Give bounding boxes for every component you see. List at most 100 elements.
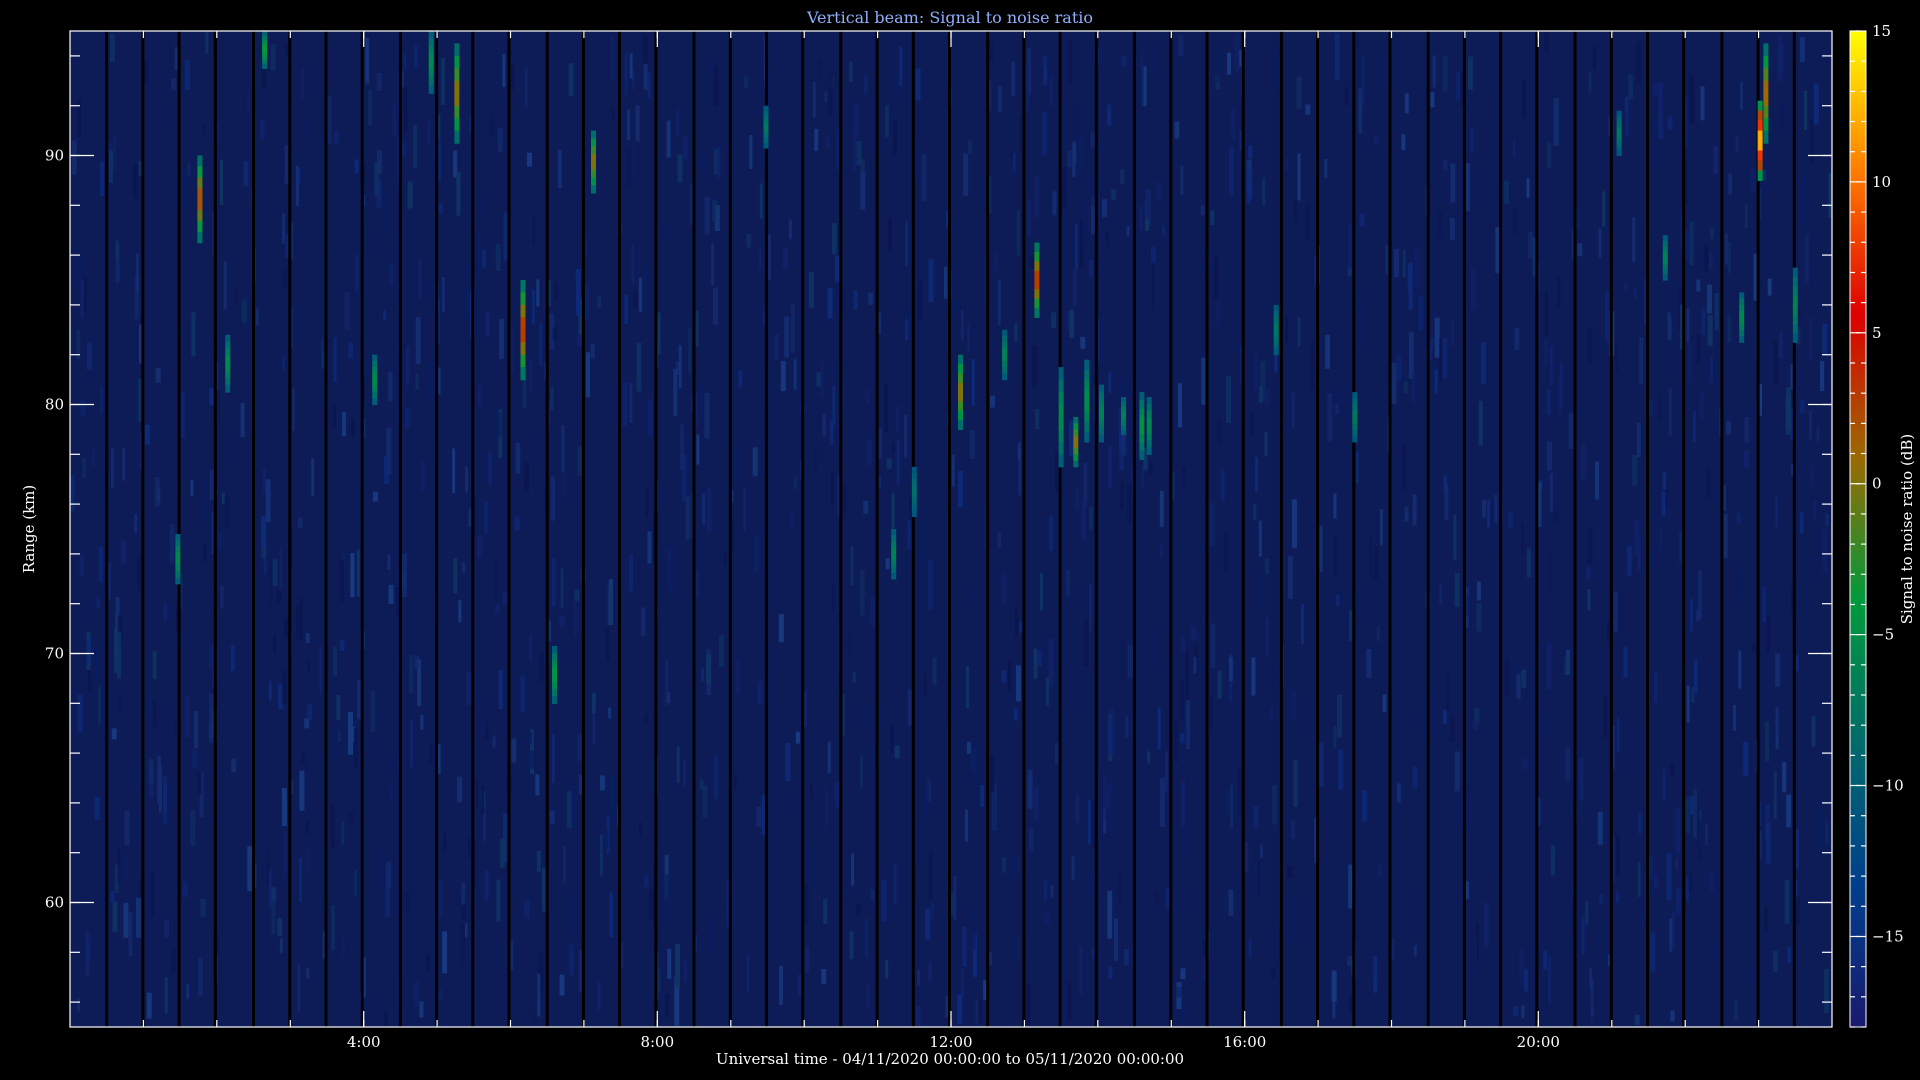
noise-cell <box>117 848 121 885</box>
noise-cell <box>1482 499 1487 518</box>
noise-cell <box>429 743 433 763</box>
noise-cell <box>1083 619 1089 667</box>
echo-cell <box>197 210 203 222</box>
noise-cell <box>696 434 700 465</box>
y-tick-label: 90 <box>45 147 64 165</box>
echo-cell <box>958 392 963 402</box>
noise-cell <box>1753 253 1757 301</box>
noise-cell <box>1049 77 1053 107</box>
noise-cell <box>333 337 337 383</box>
noise-cell <box>1706 469 1712 498</box>
echo-cell <box>1352 392 1358 399</box>
echo-cell <box>1121 429 1126 435</box>
noise-cell <box>1374 53 1380 86</box>
noise-cell <box>1258 520 1262 557</box>
echo-cell <box>1121 401 1126 407</box>
echo <box>1763 43 1769 144</box>
noise-cell <box>1592 46 1597 70</box>
echo-cell <box>262 59 268 65</box>
noise-cell <box>1181 781 1186 827</box>
noise-cell <box>1033 786 1039 820</box>
noise-cell <box>1750 168 1756 192</box>
noise-cell <box>1653 84 1659 96</box>
noise-cell <box>1072 269 1077 307</box>
noise-cell <box>1079 946 1083 994</box>
noise-cell <box>624 52 628 96</box>
noise-cell <box>1775 653 1781 687</box>
noise-cell <box>403 53 407 70</box>
noise-cell <box>1061 167 1067 209</box>
noise-cell <box>605 627 610 662</box>
noise-cell <box>1744 416 1750 443</box>
noise-cell <box>1325 334 1331 369</box>
noise-cell <box>1577 243 1583 257</box>
noise-cell <box>1473 719 1478 731</box>
noise-cell <box>481 786 485 814</box>
noise-cell <box>1487 499 1491 528</box>
noise-cell <box>770 666 775 705</box>
noise-cell <box>1114 918 1118 961</box>
echo-cell <box>225 370 231 379</box>
noise-cell <box>1698 392 1704 421</box>
noise-cell <box>77 99 81 137</box>
noise-cell <box>1180 165 1184 195</box>
echo-cell <box>1058 379 1064 393</box>
echo-cell <box>1662 240 1668 247</box>
noise-cell <box>1160 543 1163 558</box>
noise-cell <box>503 212 508 261</box>
data-gap <box>1241 31 1245 1027</box>
echo-cell <box>591 153 596 163</box>
noise-cell <box>559 615 565 629</box>
noise-cell <box>1456 72 1460 101</box>
noise-cell <box>1705 823 1709 846</box>
echo-cell <box>1084 359 1090 371</box>
data-gap <box>1388 31 1392 1027</box>
noise-cell <box>1676 807 1681 855</box>
noise-cell <box>376 178 382 208</box>
noise-cell <box>878 475 882 489</box>
noise-cell <box>1102 199 1107 218</box>
noise-cell <box>574 589 580 602</box>
noise-cell <box>85 937 91 962</box>
noise-cell <box>1595 461 1600 500</box>
noise-cell <box>339 640 345 651</box>
noise-cell <box>1377 559 1382 585</box>
noise-cell <box>283 266 288 288</box>
noise-cell <box>1634 1014 1640 1025</box>
noise-cell <box>927 560 933 610</box>
echo-cell <box>1739 304 1745 312</box>
noise-cell <box>978 999 982 1023</box>
noise-cell <box>1361 55 1365 105</box>
echo <box>1058 367 1064 468</box>
noise-cell <box>539 322 543 366</box>
noise-cell <box>1007 660 1011 693</box>
noise-cell <box>971 585 975 608</box>
noise-cell <box>385 869 390 918</box>
noise-cell <box>645 989 649 1005</box>
echo-cell <box>428 69 434 79</box>
noise-cell <box>1414 246 1420 289</box>
noise-cell <box>99 162 104 196</box>
echo-cell <box>552 689 557 697</box>
noise-cell <box>1773 341 1778 386</box>
echo-cell <box>175 534 181 541</box>
noise-cell <box>112 901 118 932</box>
noise-cell <box>243 161 249 186</box>
noise-cell <box>736 660 740 694</box>
noise-cell <box>1262 177 1266 206</box>
noise-cell <box>1430 954 1435 1002</box>
echo-cell <box>891 566 897 574</box>
noise-cell <box>372 491 378 502</box>
noise-cell <box>481 249 486 268</box>
noise-cell <box>496 879 501 922</box>
noise-cell <box>205 31 209 54</box>
noise-cell <box>1615 891 1619 903</box>
noise-cell <box>746 954 750 993</box>
noise-cell <box>420 715 424 730</box>
noise-cell <box>306 967 310 979</box>
noise-cell <box>669 558 674 607</box>
echo-cell <box>1073 429 1079 437</box>
echo-cell <box>1739 329 1745 337</box>
noise-cell <box>1258 385 1263 403</box>
noise-cell <box>414 981 420 1006</box>
